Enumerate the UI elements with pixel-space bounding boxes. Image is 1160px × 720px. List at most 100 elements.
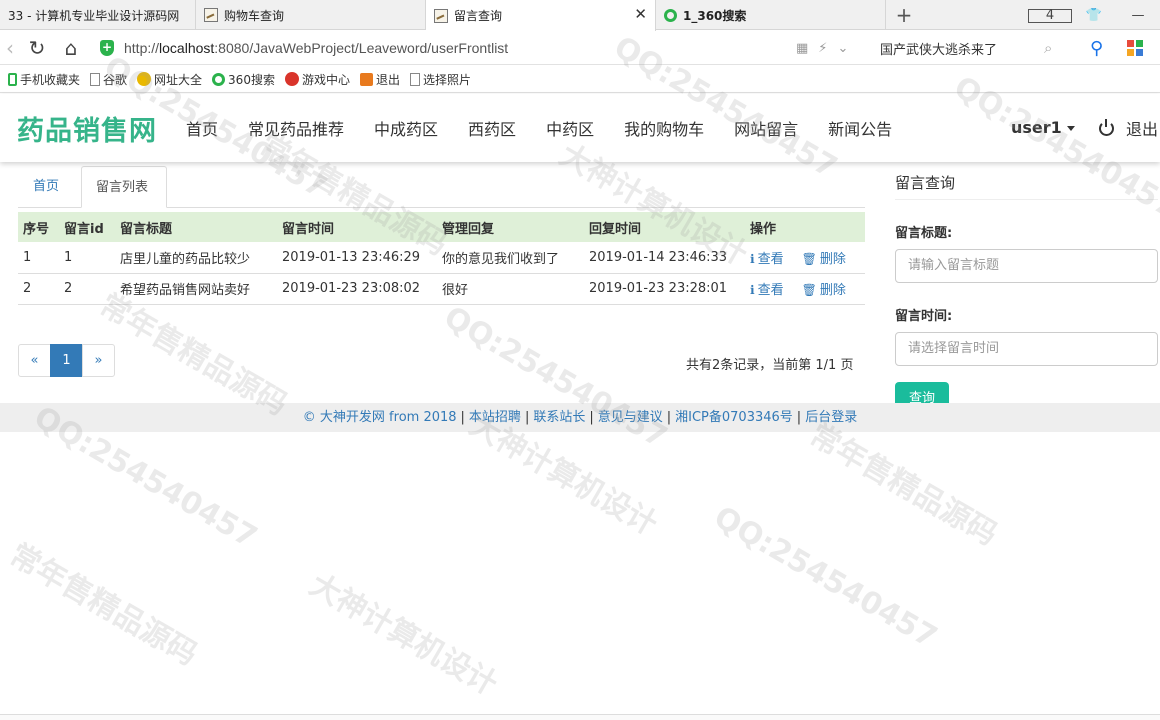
trash-icon: 🗑	[801, 251, 817, 266]
cell-no: 1	[18, 242, 59, 274]
column-header: 回复时间	[584, 212, 745, 242]
bookmark-mobile[interactable]: 手机收藏夹	[8, 71, 80, 88]
page-1-button[interactable]: 1	[50, 344, 83, 377]
phone-icon	[8, 72, 17, 86]
home-icon[interactable]: ⌂	[54, 36, 88, 60]
nav-home[interactable]: 首页	[171, 116, 233, 140]
cell-reply-time: 2019-01-23 23:28:01	[584, 273, 745, 305]
column-header: 操作	[745, 212, 865, 242]
bookmark-label: 360搜索	[228, 72, 275, 87]
nav-cart[interactable]: 我的购物车	[609, 116, 719, 140]
user-menu[interactable]: user1	[1011, 118, 1075, 137]
table-row: 1 1 店里儿童的药品比较少 2019-01-13 23:46:29 你的意见我…	[18, 242, 865, 274]
nav-messages[interactable]: 网站留言	[719, 116, 813, 140]
delete-button[interactable]: 🗑 删除	[802, 283, 846, 298]
footer-feedback[interactable]: 意见与建议	[598, 410, 663, 425]
bookmark-label: 谷歌	[103, 72, 128, 87]
back-icon[interactable]: ‹	[0, 36, 20, 60]
game-icon	[284, 72, 299, 86]
tab-home[interactable]: 首页	[18, 166, 74, 208]
browser-tab-source[interactable]: 33 - 计算机专业毕业设计源码网	[0, 0, 196, 30]
url-host: localhost	[159, 39, 215, 56]
cell-id: 2	[59, 273, 115, 305]
tabbar-tools: 4 👕 —	[1028, 0, 1160, 30]
cell-actions: ℹ 查看 🗑 删除	[745, 242, 865, 274]
search-box[interactable]: 国产武侠大逃杀来了 ⌕ ⚲	[880, 31, 1103, 65]
bookmark-google[interactable]: 谷歌	[90, 71, 127, 88]
view-button[interactable]: ℹ 查看	[750, 283, 784, 298]
chevron-down-icon[interactable]: ⌄	[837, 41, 848, 56]
nav-recommended[interactable]: 常见药品推荐	[233, 116, 359, 140]
bookmark-directory[interactable]: 网址大全	[137, 71, 202, 88]
url-prefix: http://	[124, 39, 160, 56]
delete-label: 删除	[819, 251, 846, 267]
bookmark-360[interactable]: 360搜索	[212, 71, 275, 88]
watermark-text: 大神计算机设计	[303, 567, 503, 703]
footer-contact[interactable]: 联系站长	[533, 410, 585, 425]
reload-icon[interactable]: ↻	[20, 36, 54, 60]
search-button-icon[interactable]: ⚲	[1090, 38, 1103, 59]
logout-label: 退出	[1126, 120, 1159, 139]
delete-button[interactable]: 🗑 删除	[802, 252, 846, 267]
tab-count-button[interactable]: 4	[1028, 8, 1072, 23]
browser-tab-bar: 33 - 计算机专业毕业设计源码网 购物车查询 留言查询 ✕ 1_360搜索 +…	[0, 0, 1160, 31]
globe-icon	[137, 72, 152, 86]
view-label: 查看	[757, 283, 784, 298]
search-icon[interactable]: ⌕	[1044, 39, 1052, 57]
browser-tab-message[interactable]: 留言查询 ✕	[426, 0, 656, 31]
breadcrumb-tabs: 首页 留言列表	[18, 166, 865, 208]
address-tools: ▦ ⚡ ⌄	[796, 31, 848, 65]
bookmark-logout[interactable]: 退出	[359, 71, 400, 88]
browser-tab-360[interactable]: 1_360搜索	[656, 0, 886, 30]
document-icon	[90, 72, 101, 86]
caret-down-icon	[1066, 126, 1075, 131]
next-page-button[interactable]: »	[82, 344, 115, 377]
tab-title: 留言查询	[454, 9, 503, 23]
query-panel: 留言查询 留言标题: 请输入留言标题 留言时间: 请选择留言时间 查询	[895, 166, 1158, 416]
watermark-text: 常年售精品源码	[3, 537, 203, 673]
username: user1	[1011, 118, 1062, 137]
skin-icon[interactable]: 👕	[1072, 8, 1116, 23]
logout-link[interactable]: 退出	[1099, 116, 1158, 140]
column-header: 序号	[18, 212, 59, 242]
minimize-icon[interactable]: —	[1116, 8, 1160, 23]
view-label: 查看	[757, 251, 784, 267]
tab-title: 1_360搜索	[683, 8, 747, 23]
title-search-input[interactable]: 请输入留言标题	[895, 249, 1158, 283]
nav-news[interactable]: 新闻公告	[813, 116, 907, 140]
watermark-text: QQ:254540457	[438, 299, 673, 456]
qr-icon[interactable]: ▦	[796, 41, 808, 56]
new-tab-button[interactable]: +	[886, 0, 922, 29]
site-brand[interactable]: 药品销售网	[17, 109, 157, 148]
column-header: 留言标题	[115, 212, 277, 242]
footer-admin-login[interactable]: 后台登录	[805, 410, 857, 425]
cell-no: 2	[18, 273, 59, 305]
logout-bookmark-icon	[359, 72, 373, 86]
footer-copyright[interactable]: © 大神开发网 from 2018	[303, 410, 457, 425]
bookmark-label: 退出	[375, 72, 400, 87]
site-header: 药品销售网 首页 常见药品推荐 中成药区 西药区 中药区 我的购物车 网站留言 …	[0, 94, 1160, 162]
nav-patent-medicine[interactable]: 中成药区	[359, 116, 453, 140]
close-icon[interactable]: ✕	[634, 7, 647, 22]
bookmark-games[interactable]: 游戏中心	[284, 71, 350, 88]
bookmark-photos[interactable]: 选择照片	[409, 71, 471, 88]
nav-western-medicine[interactable]: 西药区	[453, 116, 531, 140]
title-field-label: 留言标题:	[895, 226, 953, 241]
time-search-input[interactable]: 请选择留言时间	[895, 332, 1158, 366]
tab-message-list[interactable]: 留言列表	[81, 166, 167, 208]
cell-id: 1	[59, 242, 115, 274]
page-favicon-icon	[434, 8, 448, 23]
browser-tab-cart[interactable]: 购物车查询	[196, 0, 426, 30]
main-nav: 首页 常见药品推荐 中成药区 西药区 中药区 我的购物车 网站留言 新闻公告	[171, 116, 907, 140]
footer-icp[interactable]: 湘ICP备0703346号	[675, 410, 793, 425]
page-info: 共有2条记录，当前第 1/1 页	[686, 358, 854, 373]
lightning-icon[interactable]: ⚡	[818, 41, 827, 56]
nav-chinese-medicine[interactable]: 中药区	[531, 116, 609, 140]
apps-icon[interactable]	[1127, 40, 1143, 56]
view-button[interactable]: ℹ 查看	[750, 252, 784, 267]
footer-recruit[interactable]: 本站招聘	[469, 410, 521, 425]
url-input[interactable]: http://localhost:8080/JavaWebProject/Lea…	[124, 40, 508, 56]
trash-icon: 🗑	[801, 283, 817, 297]
prev-page-button[interactable]: «	[18, 344, 51, 377]
message-table: 序号 留言id 留言标题 留言时间 管理回复 回复时间 操作 1 1 店里儿童的…	[18, 212, 865, 305]
